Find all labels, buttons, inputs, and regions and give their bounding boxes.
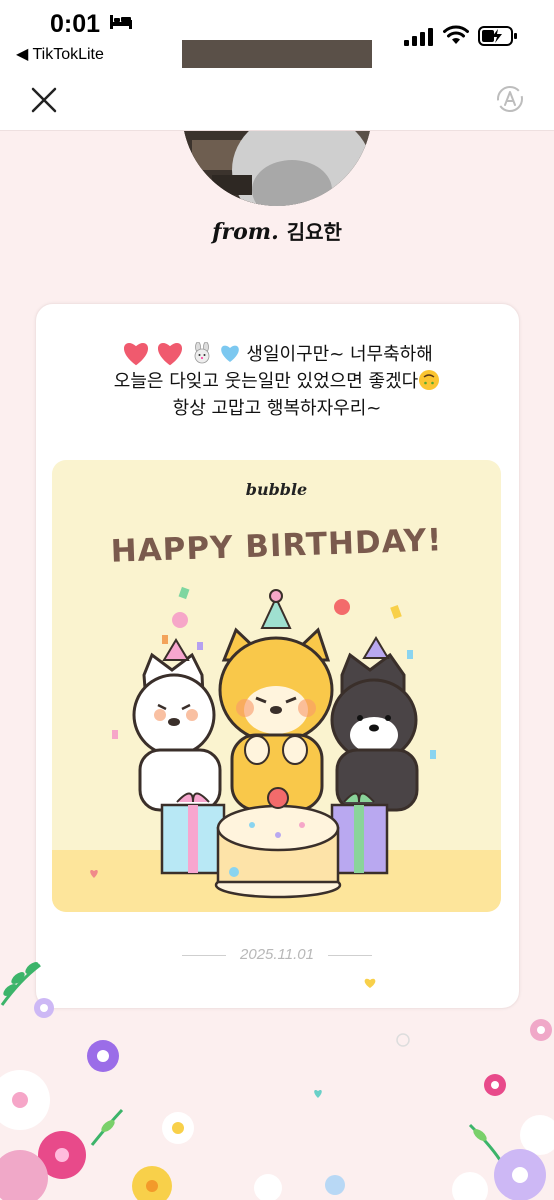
red-heart-icon xyxy=(124,343,149,366)
from-label: from. xyxy=(212,219,279,245)
flower-decoration xyxy=(0,962,554,1200)
message-line-3-text: 항상 고맙고 행복하자우리~ xyxy=(172,398,382,419)
message-text: 생일이구만~ 너무축하해 오늘은 다잊고 웃는일만 있었으면 좋겠다 항상 고맙… xyxy=(0,338,554,422)
back-to-app-link[interactable]: ◀ TikTokLite xyxy=(16,44,104,64)
message-line-3: 항상 고맙고 행복하자우리~ xyxy=(0,395,554,422)
sender-line: from. 김요한 xyxy=(0,216,554,245)
sender-name: 김요한 xyxy=(286,220,342,244)
rabbit-icon xyxy=(194,342,210,364)
red-heart-icon xyxy=(158,343,183,366)
close-icon[interactable] xyxy=(28,84,60,116)
message-line-2: 오늘은 다잊고 웃는일만 있었으면 좋겠다 xyxy=(0,368,554,395)
message-line-1: 생일이구만~ 너무축하해 xyxy=(0,338,554,368)
light-blue-heart-icon xyxy=(220,345,239,362)
battery-charging-icon xyxy=(478,26,517,46)
status-time: 0:01 xyxy=(50,10,101,38)
birthday-card-image: bubble HAPPY BIRTHDAY! xyxy=(52,460,501,912)
wifi-icon xyxy=(443,25,469,44)
upside-down-face-icon xyxy=(419,370,440,390)
birthday-dogs-illustration xyxy=(90,586,436,899)
top-nav-bar-overlay xyxy=(0,68,554,131)
message-line-2-text: 오늘은 다잊고 웃는일만 있었으면 좋겠다 xyxy=(113,371,419,392)
cellular-signal-icon xyxy=(404,28,433,46)
translate-icon[interactable] xyxy=(494,83,526,115)
sleep-bed-icon xyxy=(110,15,132,29)
message-line-1-text: 생일이구만~ 너무축하해 xyxy=(246,344,433,365)
